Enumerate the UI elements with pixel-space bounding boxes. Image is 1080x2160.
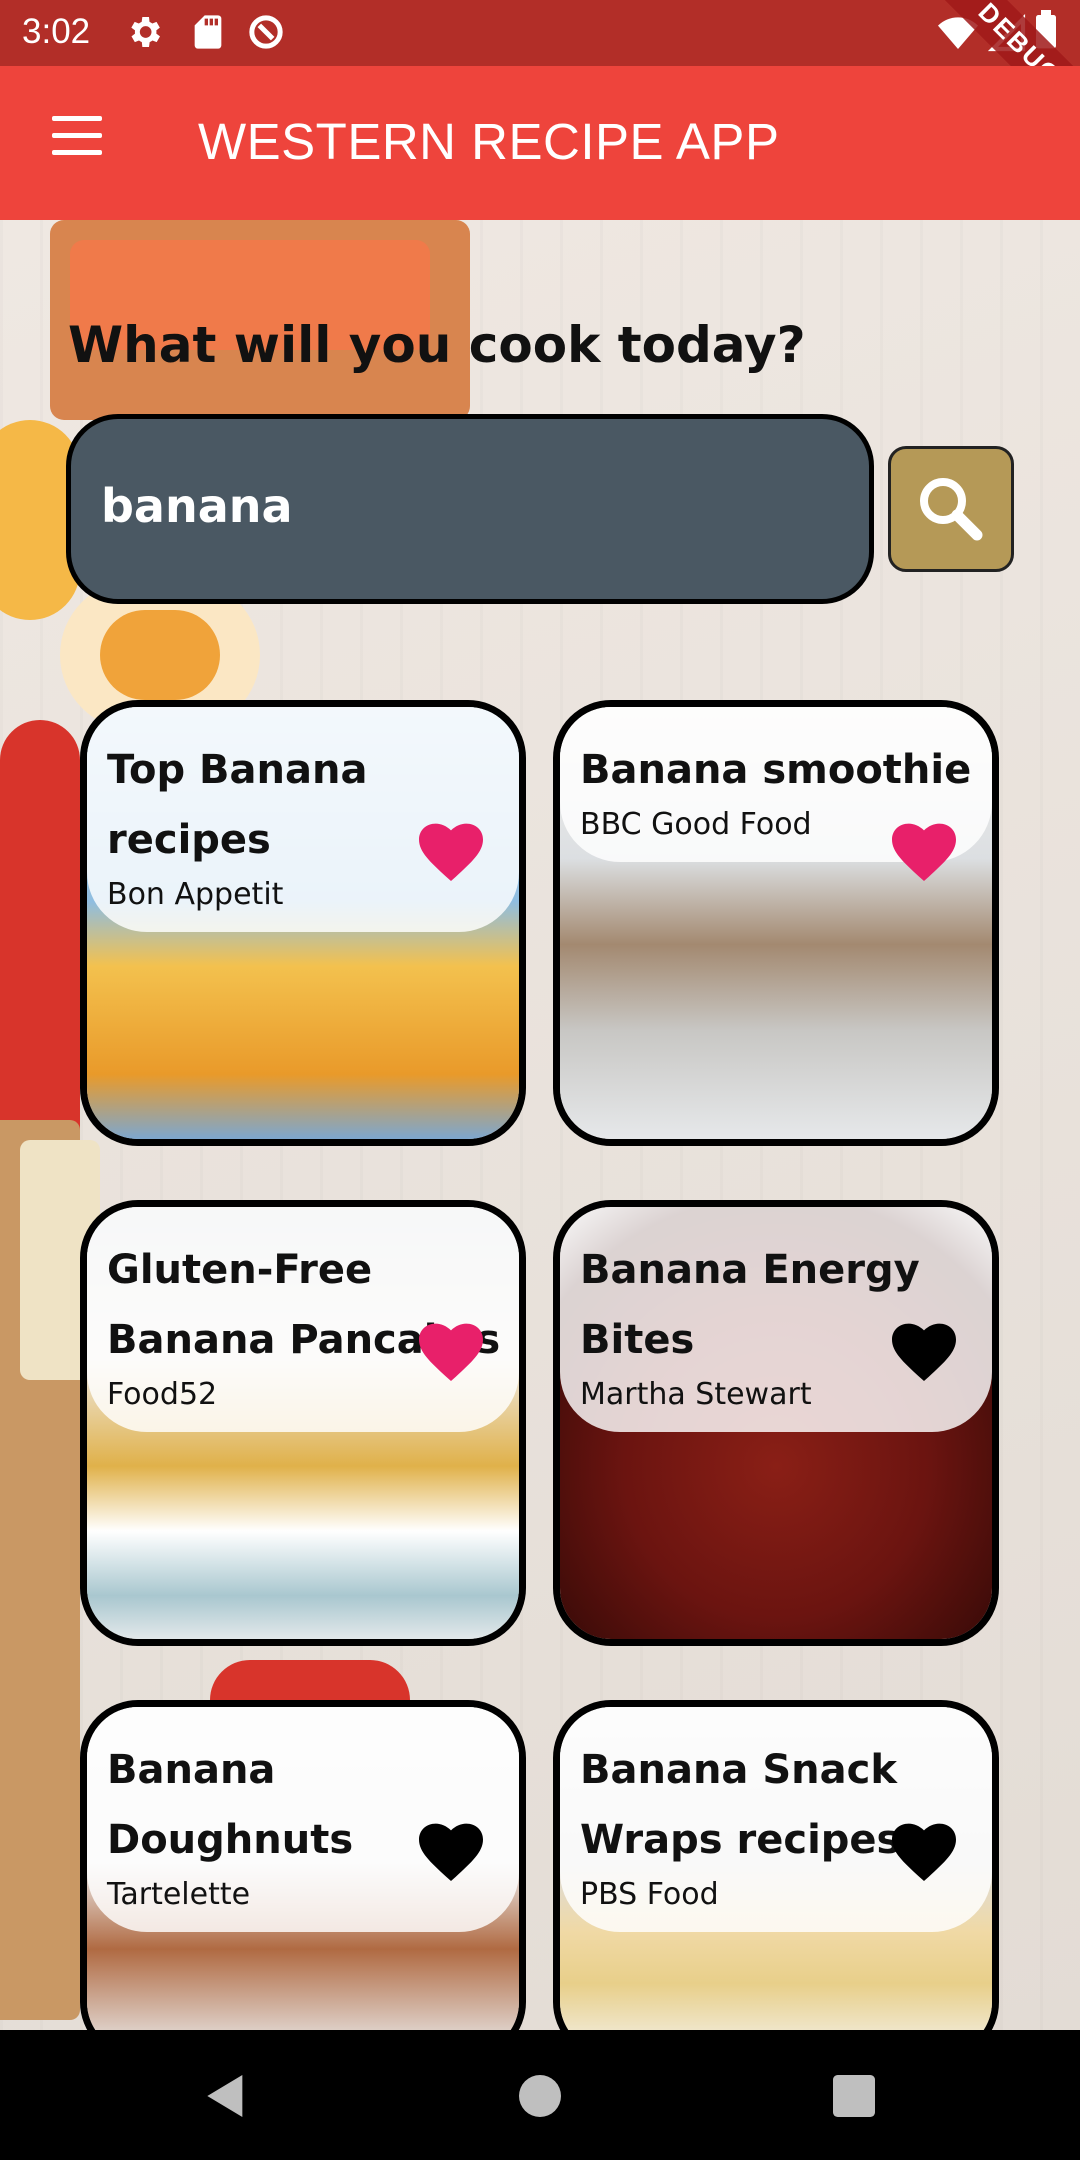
- settings-icon: [131, 17, 160, 47]
- favorite-heart-icon[interactable]: [419, 1823, 483, 1883]
- recipe-card[interactable]: Banana smoothie BBC Good Food: [553, 700, 999, 1146]
- recipe-card[interactable]: Banana Snack Wraps recipes PBS Food: [553, 1700, 999, 2060]
- favorite-heart-icon[interactable]: [892, 1823, 956, 1883]
- favorite-heart-icon[interactable]: [892, 1323, 956, 1383]
- recipe-info: Banana Doughnuts Tartelette: [87, 1707, 519, 1932]
- app-bar: WESTERN RECIPE APP: [0, 66, 1080, 220]
- status-time: 3:02: [22, 12, 91, 51]
- system-nav-bar: [0, 2030, 1080, 2160]
- favorite-heart-icon[interactable]: [892, 823, 956, 883]
- recents-icon[interactable]: [826, 2068, 882, 2124]
- search-input[interactable]: [101, 479, 801, 533]
- recipe-info: Gluten-Free Banana Pancakes Food52: [87, 1207, 519, 1432]
- search-icon: [920, 478, 983, 541]
- favorite-heart-icon[interactable]: [419, 823, 483, 883]
- app-title: WESTERN RECIPE APP: [198, 113, 780, 170]
- favorite-heart-icon[interactable]: [419, 1323, 483, 1383]
- recipe-title: Banana smoothie: [580, 747, 972, 793]
- data-saver-icon: [249, 15, 283, 49]
- recipe-info: Banana Energy Bites Martha Stewart: [560, 1207, 992, 1432]
- back-icon[interactable]: [198, 2068, 254, 2124]
- search-field[interactable]: [66, 414, 874, 604]
- page-heading: What will you cook today?: [68, 316, 806, 374]
- recipe-card[interactable]: Banana Energy Bites Martha Stewart: [553, 1200, 999, 1646]
- sd-card-icon: [194, 15, 222, 49]
- recipe-card[interactable]: Banana Doughnuts Tartelette: [80, 1700, 526, 2060]
- hamburger-menu-icon[interactable]: [40, 116, 115, 171]
- recipe-info: Banana Snack Wraps recipes PBS Food: [560, 1707, 992, 1932]
- recipe-card[interactable]: Gluten-Free Banana Pancakes Food52: [80, 1200, 526, 1646]
- recipe-card[interactable]: Top Banana recipes Bon Appetit: [80, 700, 526, 1146]
- status-bar: 3:02 DEBUG: [0, 0, 1080, 145]
- home-icon[interactable]: [512, 2068, 568, 2124]
- recipe-info: Top Banana recipes Bon Appetit: [87, 707, 519, 932]
- search-button[interactable]: [888, 446, 1014, 572]
